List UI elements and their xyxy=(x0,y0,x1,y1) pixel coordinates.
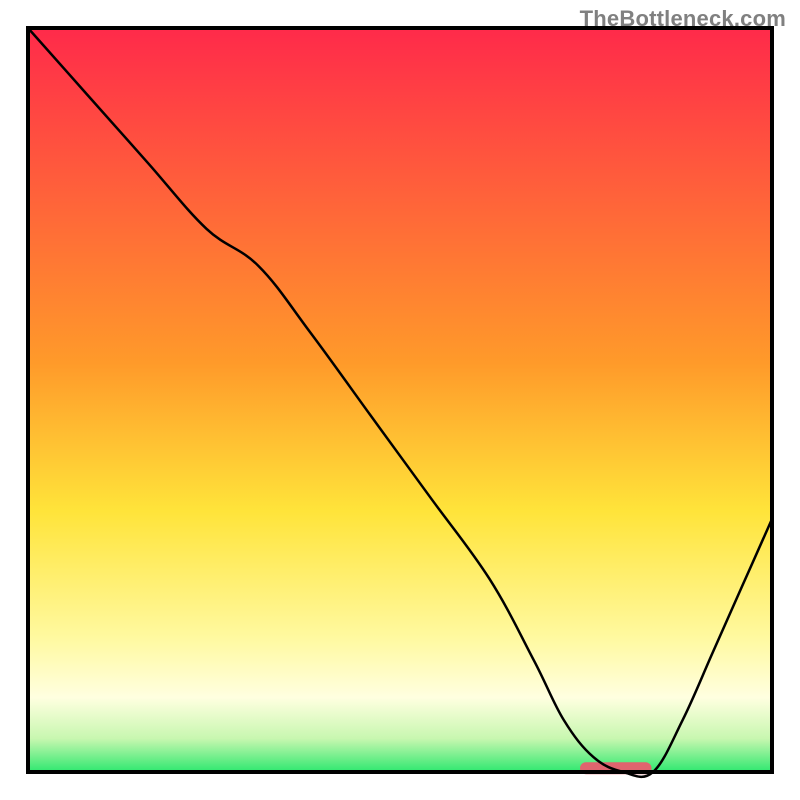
bottleneck-chart: TheBottleneck.com xyxy=(0,0,800,800)
watermark-label: TheBottleneck.com xyxy=(580,6,786,32)
chart-canvas xyxy=(0,0,800,800)
plot-gradient-area xyxy=(28,28,772,772)
